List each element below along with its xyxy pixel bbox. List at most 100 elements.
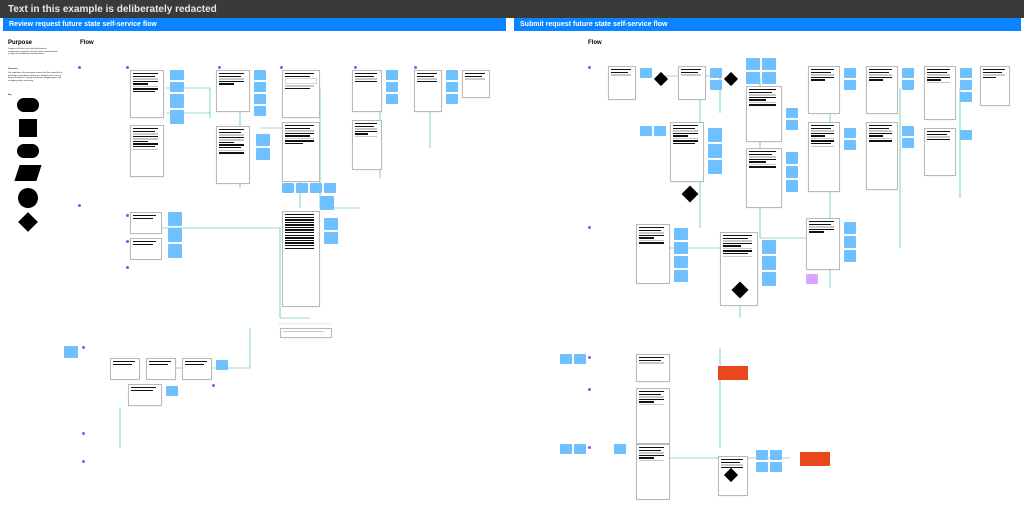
sticky-note[interactable] xyxy=(762,58,776,70)
decision-diamond[interactable] xyxy=(654,72,668,86)
wireframe-card[interactable] xyxy=(980,66,1010,106)
wireframe-card[interactable] xyxy=(130,212,162,234)
sticky-note[interactable] xyxy=(256,134,270,146)
sticky-note[interactable] xyxy=(256,148,270,160)
sticky-note[interactable] xyxy=(168,212,182,226)
sticky-note[interactable] xyxy=(574,354,586,364)
sticky-note[interactable] xyxy=(786,180,798,192)
wireframe-card[interactable] xyxy=(636,354,670,382)
wireframe-card[interactable] xyxy=(130,125,164,177)
sticky-note[interactable] xyxy=(960,130,972,140)
sticky-note[interactable] xyxy=(386,82,398,92)
sticky-note[interactable] xyxy=(296,183,308,193)
wireframe-card[interactable] xyxy=(670,122,704,182)
sticky-note[interactable] xyxy=(170,70,184,80)
sticky-note[interactable] xyxy=(762,72,776,84)
sticky-note[interactable] xyxy=(902,126,914,136)
sticky-note[interactable] xyxy=(324,232,338,244)
wireframe-card[interactable] xyxy=(746,86,782,142)
sticky-note[interactable] xyxy=(960,80,972,90)
sticky-note[interactable] xyxy=(762,272,776,286)
sticky-note[interactable] xyxy=(320,196,334,210)
sticky-note[interactable] xyxy=(960,68,972,78)
sticky-note[interactable] xyxy=(786,108,798,118)
highlight-box[interactable] xyxy=(800,452,830,466)
sticky-note[interactable] xyxy=(770,462,782,472)
sticky-note[interactable] xyxy=(844,140,856,150)
sticky-note[interactable] xyxy=(574,444,586,454)
wireframe-card[interactable] xyxy=(128,384,162,406)
sticky-note[interactable] xyxy=(254,94,266,104)
sticky-note[interactable] xyxy=(324,183,336,193)
sticky-note[interactable] xyxy=(710,80,722,90)
highlight-box[interactable] xyxy=(718,366,748,380)
sticky-note[interactable] xyxy=(168,244,182,258)
wireframe-card[interactable] xyxy=(636,388,670,444)
sticky-note[interactable] xyxy=(560,444,572,454)
sticky-note[interactable] xyxy=(640,68,652,78)
wireframe-card[interactable] xyxy=(636,224,670,284)
sticky-note[interactable] xyxy=(756,462,768,472)
sticky-note[interactable] xyxy=(640,126,652,136)
wireframe-card[interactable] xyxy=(282,211,320,307)
sticky-note[interactable] xyxy=(746,72,760,84)
sticky-note[interactable] xyxy=(844,128,856,138)
sticky-note[interactable] xyxy=(674,256,688,268)
sticky-note[interactable] xyxy=(168,228,182,242)
sticky-note[interactable] xyxy=(446,70,458,80)
sticky-note[interactable] xyxy=(674,228,688,240)
sticky-note[interactable] xyxy=(762,240,776,254)
sticky-note[interactable] xyxy=(710,68,722,78)
sticky-note[interactable] xyxy=(746,58,760,70)
wireframe-card[interactable] xyxy=(462,70,490,98)
sticky-note[interactable] xyxy=(674,270,688,282)
decision-diamond[interactable] xyxy=(724,72,738,86)
sticky-note[interactable] xyxy=(708,128,722,142)
sticky-note[interactable] xyxy=(216,360,228,370)
wireframe-card[interactable] xyxy=(146,358,176,380)
wireframe-card[interactable] xyxy=(608,66,636,100)
wireframe-card[interactable] xyxy=(866,66,898,114)
wireframe-card[interactable] xyxy=(866,122,898,190)
sticky-note[interactable] xyxy=(254,70,266,80)
wireframe-card[interactable] xyxy=(182,358,212,380)
sticky-note[interactable] xyxy=(324,218,338,230)
sticky-note[interactable] xyxy=(786,152,798,164)
sticky-note[interactable] xyxy=(902,68,914,78)
sticky-note[interactable] xyxy=(756,450,768,460)
sticky-note[interactable] xyxy=(844,236,856,248)
sticky-note[interactable] xyxy=(654,126,666,136)
sticky-note[interactable] xyxy=(386,70,398,80)
decision-diamond[interactable] xyxy=(682,186,699,203)
wireframe-card[interactable] xyxy=(808,122,840,192)
wireframe-card[interactable] xyxy=(352,70,382,112)
sticky-note[interactable] xyxy=(64,346,78,358)
wireframe-card[interactable] xyxy=(216,126,250,184)
sticky-note[interactable] xyxy=(902,138,914,148)
wireframe-card[interactable] xyxy=(924,128,956,176)
sticky-note[interactable] xyxy=(844,222,856,234)
sticky-note[interactable] xyxy=(446,82,458,92)
sticky-note[interactable] xyxy=(386,94,398,104)
sticky-note[interactable] xyxy=(708,144,722,158)
sticky-note[interactable] xyxy=(960,92,972,102)
wireframe-card[interactable] xyxy=(130,238,162,260)
sticky-note[interactable] xyxy=(446,94,458,104)
sticky-note[interactable] xyxy=(844,68,856,78)
sticky-note[interactable] xyxy=(170,110,184,124)
wireframe-card[interactable] xyxy=(130,70,164,118)
wireframe-card[interactable] xyxy=(678,66,706,100)
sticky-note[interactable] xyxy=(786,120,798,130)
sticky-note[interactable] xyxy=(806,274,818,284)
wireframe-card[interactable] xyxy=(216,70,250,112)
sticky-note[interactable] xyxy=(282,183,294,193)
wireframe-card[interactable] xyxy=(746,148,782,208)
sticky-note[interactable] xyxy=(166,386,178,396)
wireframe-card[interactable] xyxy=(636,444,670,500)
sticky-note[interactable] xyxy=(708,160,722,174)
wireframe-card[interactable] xyxy=(808,66,840,114)
wireframe-card[interactable] xyxy=(282,122,320,182)
sticky-note[interactable] xyxy=(902,80,914,90)
diagram-canvas[interactable]: Review request future state self-service… xyxy=(0,18,1024,516)
sticky-note[interactable] xyxy=(170,82,184,92)
